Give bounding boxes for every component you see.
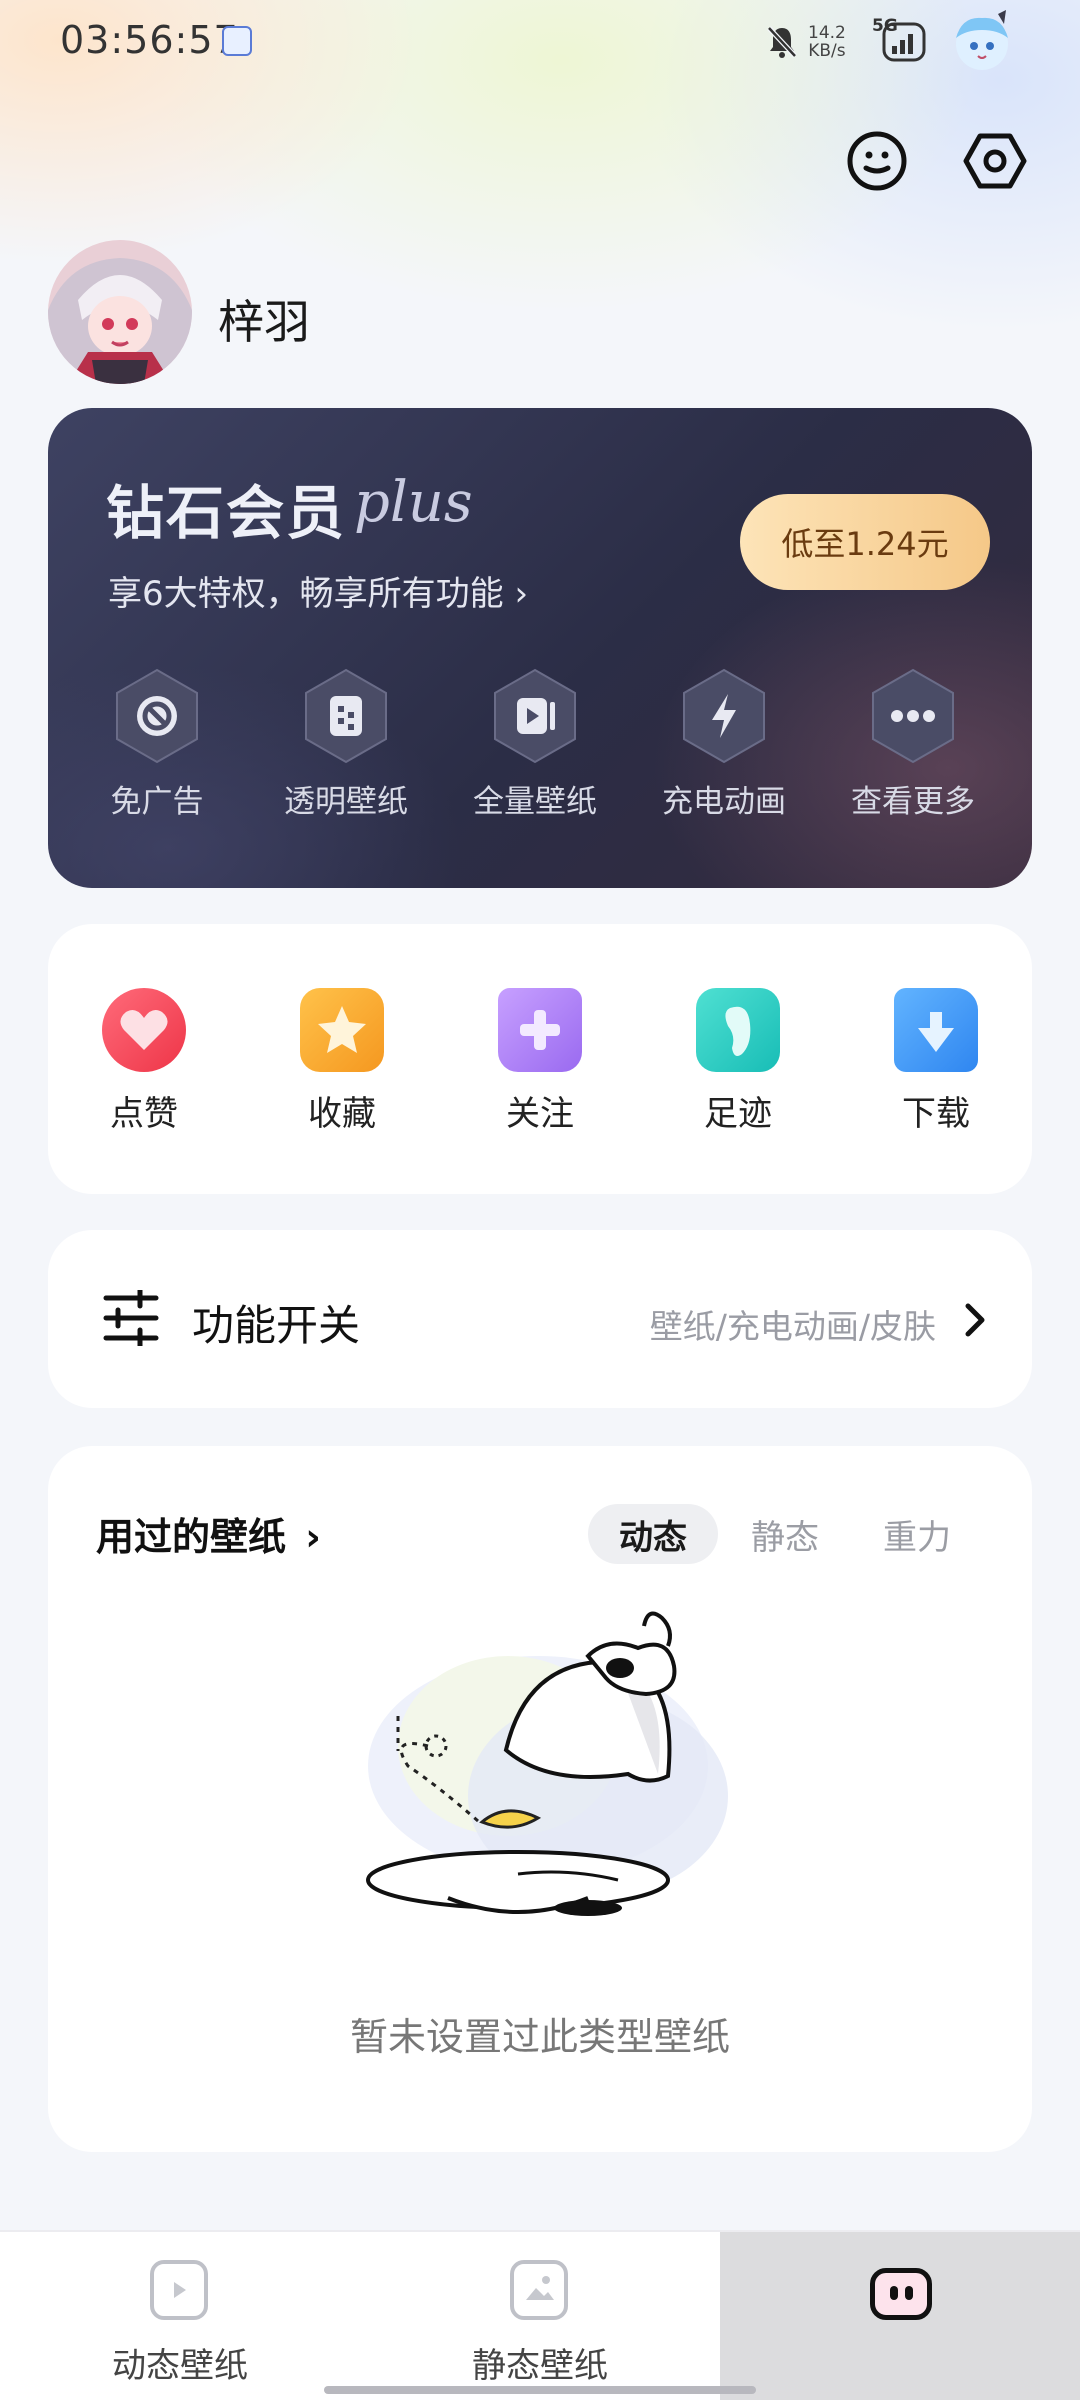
- function-switch-title: 功能开关: [192, 1301, 361, 1350]
- net-speed-unit: KB/s: [808, 41, 846, 61]
- chevron-right-icon: [965, 1303, 985, 1337]
- perk-label: 查看更多: [851, 784, 975, 820]
- vip-plus-label: plus: [354, 470, 473, 535]
- transparent-wallpaper-icon: [305, 668, 387, 764]
- download-icon: [918, 1012, 954, 1052]
- static-wallpaper-icon: [510, 2260, 568, 2320]
- action-label: 足迹: [704, 1094, 772, 1134]
- star-icon: [318, 1006, 366, 1053]
- smiley-icon[interactable]: [844, 128, 910, 194]
- function-switch-subtitle: 壁纸/充电动画/皮肤: [649, 1307, 936, 1346]
- nav-label: 动态壁纸: [112, 2346, 248, 2386]
- full-wallpaper-icon: [494, 668, 576, 764]
- dynamic-wallpaper-icon: [150, 2260, 208, 2320]
- tab-dynamic[interactable]: 动态: [588, 1504, 718, 1564]
- used-wallpapers-card: 用过的壁纸 › 动态 静态 重力 暂未设置过此类型壁纸: [48, 1446, 1032, 2152]
- heart-icon: [120, 1010, 168, 1050]
- bottom-nav: 动态壁纸 静态壁纸: [0, 2230, 1080, 2400]
- action-footprint[interactable]: 足迹: [658, 988, 818, 1135]
- perk-charging-animation[interactable]: 充电动画: [629, 666, 819, 821]
- no-ads-icon: [116, 668, 198, 764]
- net-speed: 14.2 KB/s: [808, 24, 846, 60]
- action-follow[interactable]: 关注: [460, 988, 620, 1135]
- vip-card[interactable]: 钻石会员 plus 享6大特权，畅享所有功能 › 低至1.24元 免广告 透明壁…: [48, 408, 1032, 888]
- tab-static[interactable]: 静态: [720, 1504, 850, 1564]
- sliders-icon: [103, 1290, 159, 1346]
- avatar[interactable]: [48, 240, 192, 384]
- used-wallpapers-title[interactable]: 用过的壁纸 ›: [96, 1506, 321, 1561]
- perk-label: 免广告: [110, 784, 204, 820]
- vip-price-button[interactable]: 低至1.24元: [740, 494, 990, 590]
- action-download[interactable]: 下载: [856, 988, 1016, 1135]
- chevron-right-icon: ›: [305, 1515, 321, 1559]
- mine-face-icon: [870, 2268, 932, 2320]
- perk-more[interactable]: 查看更多: [818, 666, 1008, 821]
- perk-label: 充电动画: [662, 784, 786, 820]
- mute-bell-icon: [767, 26, 797, 58]
- nav-label: 静态壁纸: [472, 2346, 608, 2386]
- perk-transparent-wallpaper[interactable]: 透明壁纸: [251, 666, 441, 821]
- perk-full-wallpaper[interactable]: 全量壁纸: [440, 666, 630, 821]
- net-speed-value: 14.2: [808, 23, 846, 43]
- function-switch-row[interactable]: 功能开关 壁纸/充电动画/皮肤: [48, 1230, 1032, 1408]
- perk-label: 透明壁纸: [284, 784, 408, 820]
- username[interactable]: 梓羽: [218, 286, 310, 352]
- nav-static-wallpaper[interactable]: 静态壁纸: [360, 2232, 720, 2400]
- action-label: 收藏: [308, 1094, 376, 1134]
- status-time: 03:56:57: [60, 18, 239, 62]
- quick-actions-card: 点赞 收藏 关注 足迹 下载: [48, 924, 1032, 1194]
- action-label: 关注: [506, 1094, 574, 1134]
- footprint-icon: [725, 1006, 751, 1056]
- action-label: 下载: [902, 1094, 970, 1134]
- used-wallpapers-title-text: 用过的壁纸: [96, 1515, 287, 1559]
- vip-title: 钻石会员: [106, 479, 347, 547]
- perk-label: 全量壁纸: [473, 784, 597, 820]
- action-favorite[interactable]: 收藏: [262, 988, 422, 1135]
- follow-plus-icon: [520, 1010, 560, 1050]
- nav-dynamic-wallpaper[interactable]: 动态壁纸: [0, 2232, 360, 2400]
- notification-app-icon: [222, 26, 252, 56]
- vip-subtitle-link[interactable]: 享6大特权，畅享所有功能 ›: [108, 566, 528, 615]
- empty-state-text: 暂未设置过此类型壁纸: [349, 2015, 730, 2059]
- more-icon: [872, 668, 954, 764]
- empty-state-illustration: [366, 1611, 728, 1916]
- nav-mine[interactable]: [720, 2232, 1080, 2400]
- tab-gravity[interactable]: 重力: [852, 1504, 982, 1564]
- action-label: 点赞: [110, 1094, 178, 1134]
- charging-icon: [683, 668, 765, 764]
- signal-icon: 5G: [872, 16, 928, 64]
- action-like[interactable]: 点赞: [64, 988, 224, 1135]
- character-sticker-icon: [956, 10, 1008, 70]
- perk-no-ads[interactable]: 免广告: [62, 666, 252, 821]
- home-indicator[interactable]: [324, 2386, 756, 2394]
- settings-hex-icon[interactable]: [962, 128, 1028, 194]
- status-bar: 03:56:57 14.2 KB/s 5G: [0, 0, 1080, 90]
